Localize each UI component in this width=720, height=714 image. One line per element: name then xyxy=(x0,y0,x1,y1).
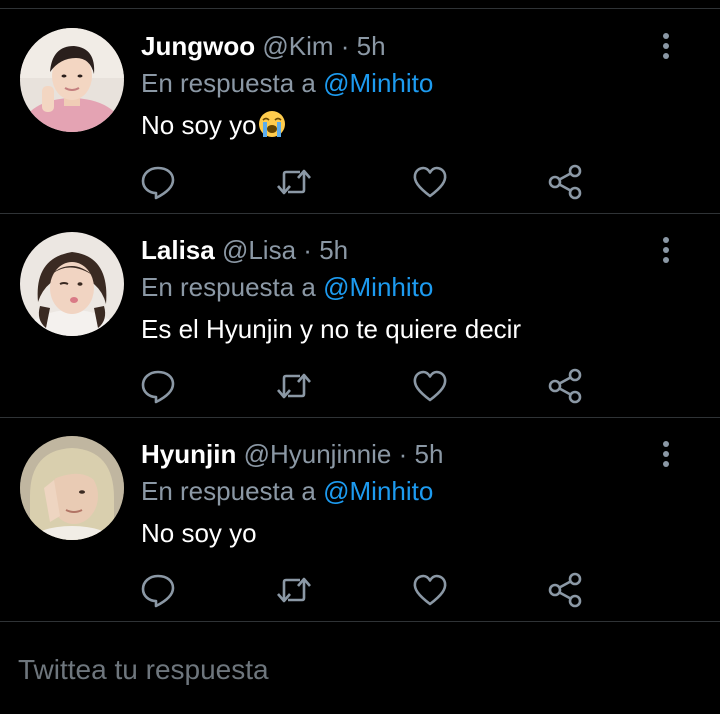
author-name[interactable]: Hyunjin xyxy=(141,439,236,469)
reply-icon xyxy=(141,574,175,608)
avatar[interactable] xyxy=(20,232,124,336)
reply-button[interactable] xyxy=(138,366,178,406)
like-button[interactable] xyxy=(410,570,450,610)
like-button[interactable] xyxy=(410,366,450,406)
reply-context: En respuesta a @Minhito xyxy=(141,271,433,303)
reply-prefix: En respuesta a xyxy=(141,68,316,98)
tweet-text: No soy yo xyxy=(141,108,287,142)
retweet-icon xyxy=(277,169,311,195)
like-icon xyxy=(413,370,447,402)
reply-prefix: En respuesta a xyxy=(141,272,316,302)
tweet-text-content: No soy yo xyxy=(141,110,257,140)
avatar[interactable] xyxy=(20,28,124,132)
like-icon xyxy=(413,166,447,198)
reply-prefix: En respuesta a xyxy=(141,476,316,506)
reply-context: En respuesta a @Minhito xyxy=(141,67,433,99)
share-icon xyxy=(548,572,582,608)
tweet-text: No soy yo xyxy=(141,518,257,548)
author-handle[interactable]: @Lisa xyxy=(222,235,296,265)
top-divider xyxy=(0,8,720,9)
retweet-icon xyxy=(277,577,311,603)
retweet-button[interactable] xyxy=(274,366,314,406)
share-icon xyxy=(548,368,582,404)
tweet-header: Hyunjin @Hyunjinnie · 5h xyxy=(141,438,443,470)
reply-icon xyxy=(141,166,175,200)
separator: · xyxy=(340,31,350,61)
reply-button[interactable] xyxy=(138,162,178,202)
share-button[interactable] xyxy=(546,366,586,406)
separator: · xyxy=(303,235,312,265)
author-handle[interactable]: @Kim xyxy=(262,31,333,61)
like-icon xyxy=(413,574,447,606)
reply-icon xyxy=(141,370,175,404)
more-vertical-icon[interactable] xyxy=(654,232,678,268)
share-icon xyxy=(548,164,582,200)
more-vertical-icon[interactable] xyxy=(654,436,678,472)
mention-link[interactable]: @Minhito xyxy=(323,272,433,302)
more-vertical-icon[interactable] xyxy=(654,28,678,64)
share-button[interactable] xyxy=(546,570,586,610)
tweet-header: Lalisa @Lisa · 5h xyxy=(141,234,348,266)
retweet-icon xyxy=(277,373,311,399)
loudly-crying-face-icon xyxy=(258,111,285,137)
tweet[interactable]: Hyunjin @Hyunjinnie · 5h En respuesta a … xyxy=(0,418,720,622)
tweet[interactable]: Lalisa @Lisa · 5h En respuesta a @Minhit… xyxy=(0,214,720,418)
reply-button[interactable] xyxy=(138,570,178,610)
mention-link[interactable]: @Minhito xyxy=(323,68,433,98)
timestamp[interactable]: 5h xyxy=(415,439,444,469)
retweet-button[interactable] xyxy=(274,570,314,610)
like-button[interactable] xyxy=(410,162,450,202)
retweet-button[interactable] xyxy=(274,162,314,202)
tweet[interactable]: Jungwoo @Kim · 5h En respuesta a @Minhit… xyxy=(0,10,720,214)
reply-context: En respuesta a @Minhito xyxy=(141,475,433,507)
author-handle[interactable]: @Hyunjinnie xyxy=(244,439,392,469)
mention-link[interactable]: @Minhito xyxy=(323,476,433,506)
tweet-header: Jungwoo @Kim · 5h xyxy=(141,30,386,62)
separator: · xyxy=(398,439,408,469)
share-button[interactable] xyxy=(546,162,586,202)
timestamp[interactable]: 5h xyxy=(357,31,386,61)
reply-compose-input[interactable]: Twittea tu respuesta xyxy=(18,650,269,690)
author-name[interactable]: Jungwoo xyxy=(141,31,255,61)
avatar[interactable] xyxy=(20,436,124,540)
timestamp[interactable]: 5h xyxy=(319,235,348,265)
tweet-text: Es el Hyunjin y no te quiere decir xyxy=(141,314,522,344)
author-name[interactable]: Lalisa xyxy=(141,235,215,265)
